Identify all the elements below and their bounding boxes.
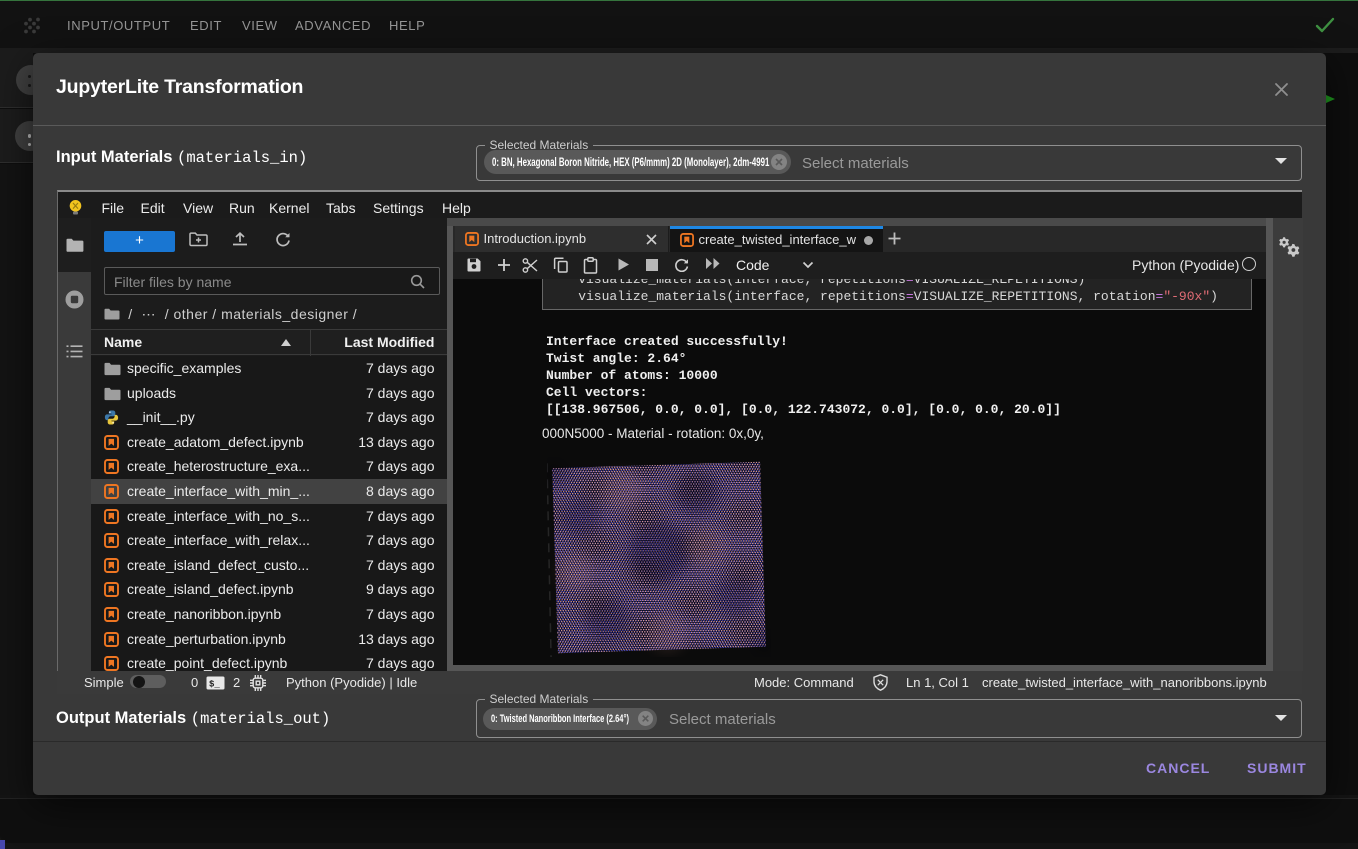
svg-text:$_: $_: [209, 679, 220, 689]
